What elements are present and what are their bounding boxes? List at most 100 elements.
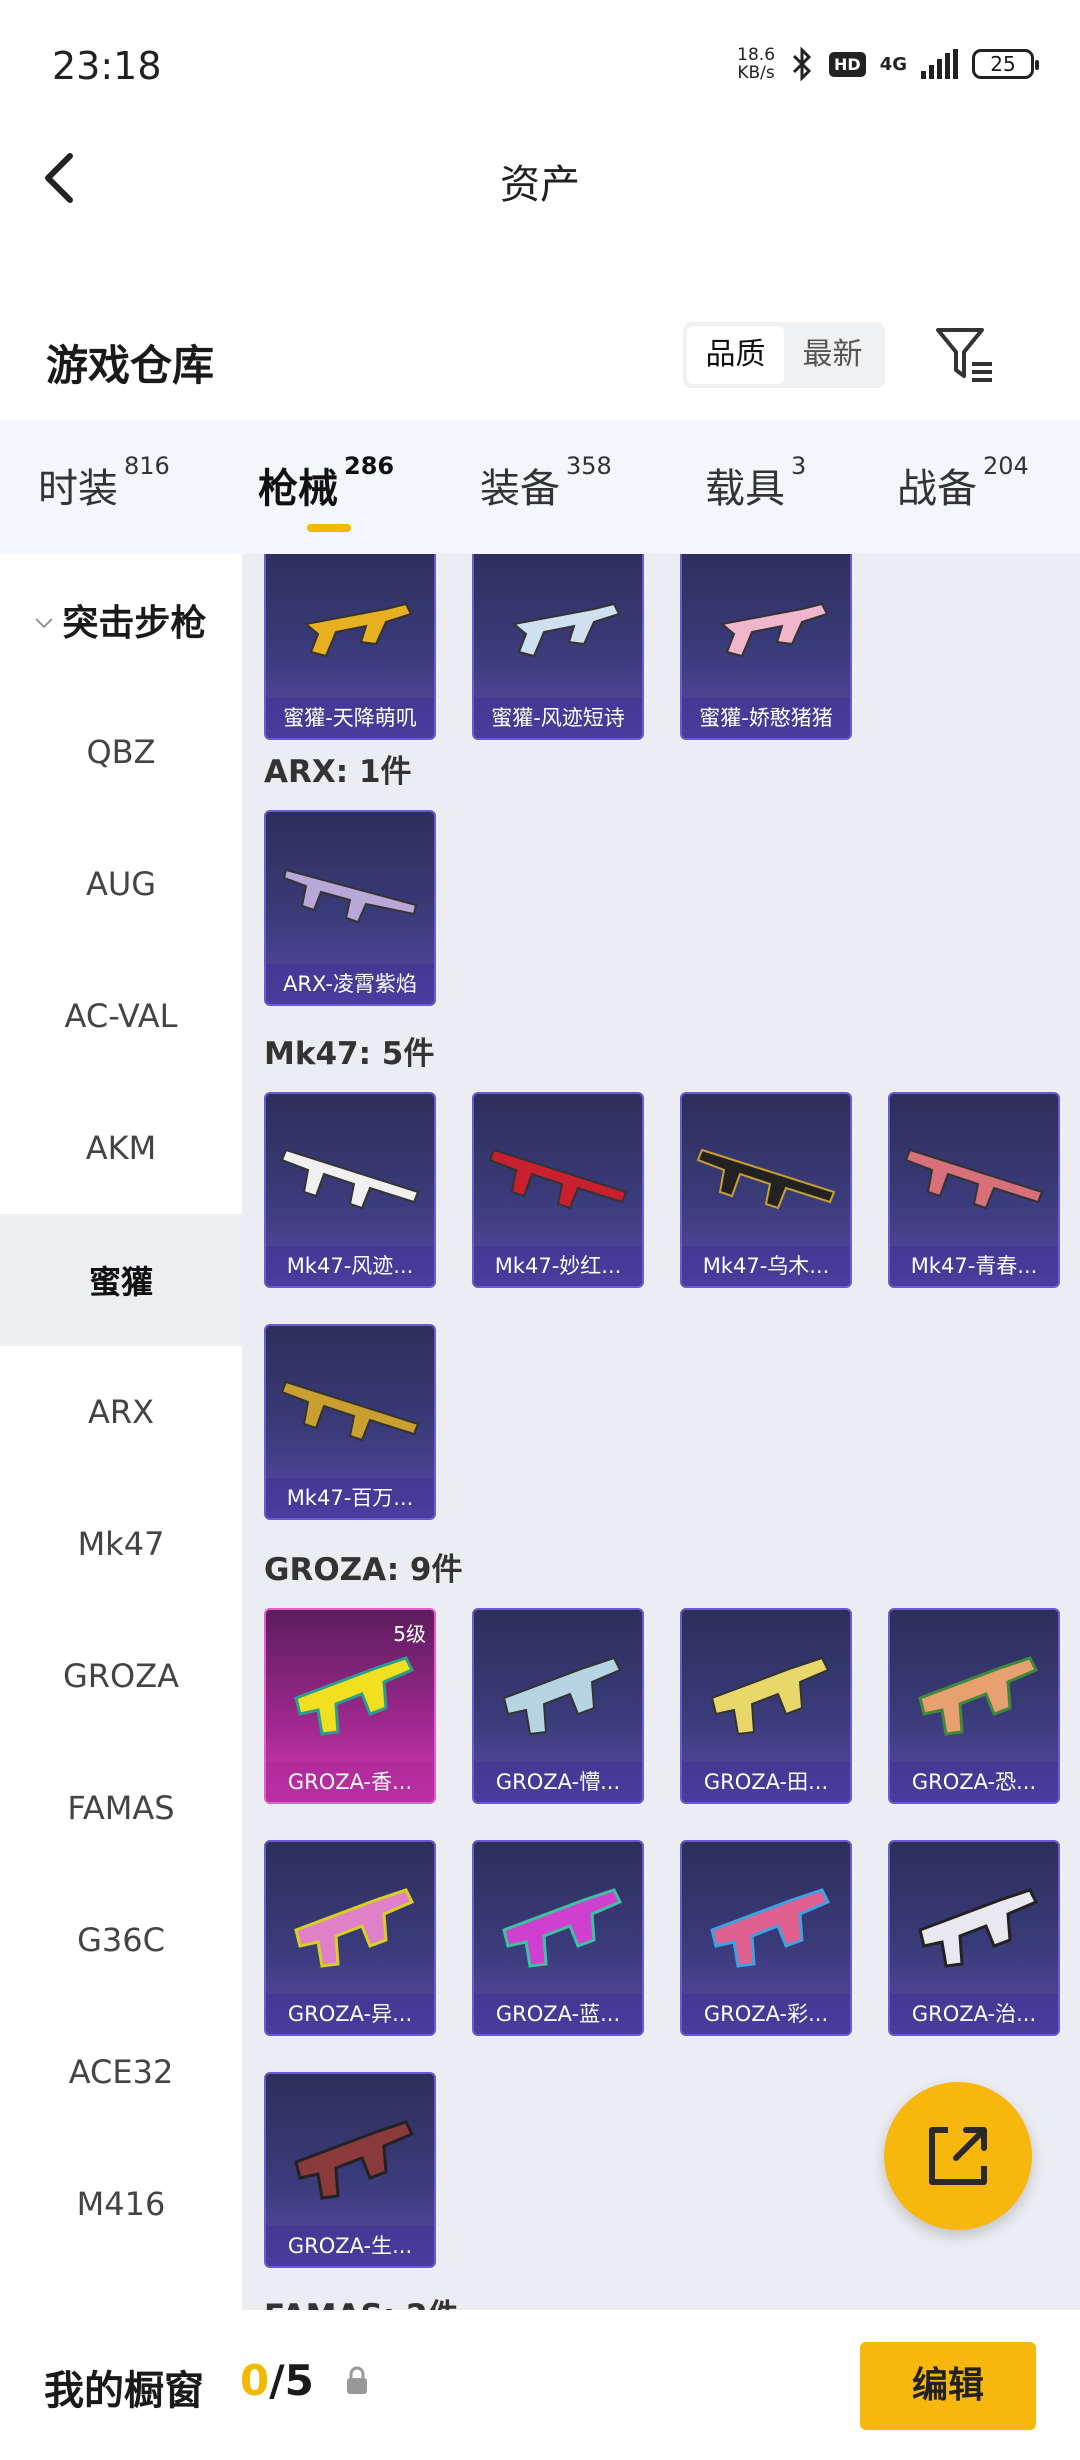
share-external-icon: [929, 2127, 987, 2185]
sidebar-item-aug[interactable]: AUG: [0, 818, 242, 950]
sort-newest-button[interactable]: 最新: [784, 326, 881, 384]
sidebar-item-famas[interactable]: FAMAS: [0, 1742, 242, 1874]
sidebar-group-assault-rifle[interactable]: ⌵ 突击步枪: [0, 554, 242, 686]
skin-card[interactable]: Mk47-百万...: [264, 1324, 436, 1520]
skin-name: GROZA-香...: [266, 1762, 434, 1802]
skin-name: GROZA-生...: [266, 2226, 434, 2266]
filter-button[interactable]: [930, 320, 1000, 390]
skin-card[interactable]: GROZA-恐...: [888, 1608, 1060, 1804]
showcase-total: /5: [269, 2356, 314, 2405]
skin-name: GROZA-恐...: [890, 1762, 1058, 1802]
tab-count: 358: [566, 452, 612, 480]
active-tab-indicator: [307, 524, 351, 532]
rifle-skin-image: [502, 1656, 622, 1736]
network-type: 4G: [879, 53, 907, 75]
skin-card[interactable]: 5级 GROZA-香...: [264, 1608, 436, 1804]
tab-fashion[interactable]: 时装 816: [38, 452, 170, 514]
sidebar-item-m416[interactable]: M416: [0, 2138, 242, 2270]
sidebar-item-g36c[interactable]: G36C: [0, 1874, 242, 2006]
skin-name: GROZA-懵...: [474, 1762, 642, 1802]
skin-name: GROZA-彩...: [682, 1994, 850, 2034]
tab-count: 816: [124, 452, 170, 480]
page-title: 资产: [500, 162, 580, 208]
sort-toggle: 品质 最新: [683, 322, 885, 388]
hd-badge: HD: [829, 51, 866, 77]
sidebar-item-honey-badger[interactable]: 蜜獾: [0, 1214, 242, 1346]
rifle-skin-image: [719, 602, 829, 658]
bluetooth-icon: [792, 47, 812, 81]
battery-icon: 25: [972, 49, 1039, 79]
rifle-skin-image: [710, 1656, 830, 1736]
status-time: 23:18: [52, 44, 162, 88]
tab-equipment[interactable]: 装备 358: [480, 452, 612, 514]
sidebar-item-ac-val[interactable]: AC-VAL: [0, 950, 242, 1082]
skin-card[interactable]: GROZA-治...: [888, 1840, 1060, 2036]
skin-card[interactable]: GROZA-田...: [680, 1608, 852, 1804]
rifle-skin-image: [696, 1148, 836, 1210]
rifle-skin-image: [280, 1380, 420, 1442]
skin-card[interactable]: Mk47-乌木...: [680, 1092, 852, 1288]
rifle-skin-image: [918, 1888, 1039, 1968]
rifle-skin-image: [511, 602, 621, 658]
skin-name: 蜜獾-天降萌叽: [266, 698, 434, 738]
skin-card[interactable]: GROZA-生...: [264, 2072, 436, 2268]
chevron-down-icon: ⌵: [35, 607, 53, 633]
tab-firearms[interactable]: 枪械 286: [258, 452, 394, 514]
skin-name: GROZA-蓝...: [474, 1994, 642, 2034]
weapon-skin-grid: 蜜獾-天降萌叽 蜜獾-风迹短诗 蜜獾-娇憨猪猪 ARX: 1件 ARX-凌霄紫焰…: [242, 554, 1080, 2310]
showcase-title: 我的橱窗: [44, 2368, 204, 2414]
sidebar-item-arx[interactable]: ARX: [0, 1346, 242, 1478]
group-label-groza: GROZA: 9件: [264, 1552, 463, 1588]
tab-combat-gear[interactable]: 战备 204: [897, 452, 1029, 514]
sidebar-item-mk47[interactable]: Mk47: [0, 1478, 242, 1610]
section-header: 游戏仓库 品质 最新: [0, 310, 1080, 410]
edit-button[interactable]: 编辑: [860, 2342, 1036, 2430]
tab-label: 时装: [38, 466, 118, 512]
rifle-skin-image: [294, 1656, 415, 1736]
title-bar: 资产: [0, 130, 1080, 230]
section-title: 游戏仓库: [46, 341, 215, 390]
group-label-famas: FAMAS: 2件: [264, 2290, 459, 2310]
skin-card[interactable]: 蜜獾-天降萌叽: [264, 554, 436, 740]
sort-quality-button[interactable]: 品质: [687, 326, 784, 384]
status-bar: 23:18 18.6 KB/s HD 4G 25: [0, 0, 1080, 130]
sidebar-group-label: 突击步枪: [62, 603, 207, 644]
tab-count: 3: [791, 452, 807, 480]
skin-name: GROZA-治...: [890, 1994, 1058, 2034]
skin-name: Mk47-青春...: [890, 1246, 1058, 1286]
status-icons: 18.6 KB/s HD 4G 25: [737, 46, 1039, 82]
skin-card[interactable]: Mk47-青春...: [888, 1092, 1060, 1288]
skin-name: 蜜獾-娇憨猪猪: [682, 698, 850, 738]
skin-name: ARX-凌霄紫焰: [266, 964, 434, 1004]
tab-label: 战备: [897, 466, 977, 512]
skin-name: Mk47-百万...: [266, 1478, 434, 1518]
skin-card[interactable]: Mk47-风迹...: [264, 1092, 436, 1288]
skin-card[interactable]: 蜜獾-娇憨猪猪: [680, 554, 852, 740]
tab-count: 204: [983, 452, 1029, 480]
tab-count: 286: [344, 452, 395, 480]
sidebar-item-akm[interactable]: AKM: [0, 1082, 242, 1214]
weapon-sidebar: ⌵ 突击步枪 QBZ AUG AC-VAL AKM 蜜獾 ARX Mk47 GR…: [0, 554, 242, 2310]
showcase-count: 0/5: [240, 2356, 314, 2405]
skin-card[interactable]: Mk47-妙红...: [472, 1092, 644, 1288]
sidebar-item-qbz[interactable]: QBZ: [0, 686, 242, 818]
group-label-arx: ARX: 1件: [264, 754, 412, 790]
skin-card[interactable]: GROZA-彩...: [680, 1840, 852, 2036]
skin-name: Mk47-乌木...: [682, 1246, 850, 1286]
rifle-skin-image: [294, 2120, 415, 2200]
tab-label: 载具: [705, 466, 785, 512]
skin-card[interactable]: 蜜獾-风迹短诗: [472, 554, 644, 740]
skin-card[interactable]: GROZA-蓝...: [472, 1840, 644, 2036]
skin-name: 蜜獾-风迹短诗: [474, 698, 642, 738]
showcase-bar: 我的橱窗 0/5 编辑: [0, 2310, 1080, 2460]
lock-icon: [347, 2366, 367, 2394]
skin-card[interactable]: GROZA-异...: [264, 1840, 436, 2036]
skin-card[interactable]: GROZA-懵...: [472, 1608, 644, 1804]
sidebar-item-groza[interactable]: GROZA: [0, 1610, 242, 1742]
rifle-skin-image: [502, 1888, 623, 1968]
sidebar-item-ace32[interactable]: ACE32: [0, 2006, 242, 2138]
skin-name: Mk47-风迹...: [266, 1246, 434, 1286]
tab-vehicles[interactable]: 载具 3: [705, 452, 806, 514]
share-fab-button[interactable]: [884, 2082, 1032, 2230]
skin-card[interactable]: ARX-凌霄紫焰: [264, 810, 436, 1006]
